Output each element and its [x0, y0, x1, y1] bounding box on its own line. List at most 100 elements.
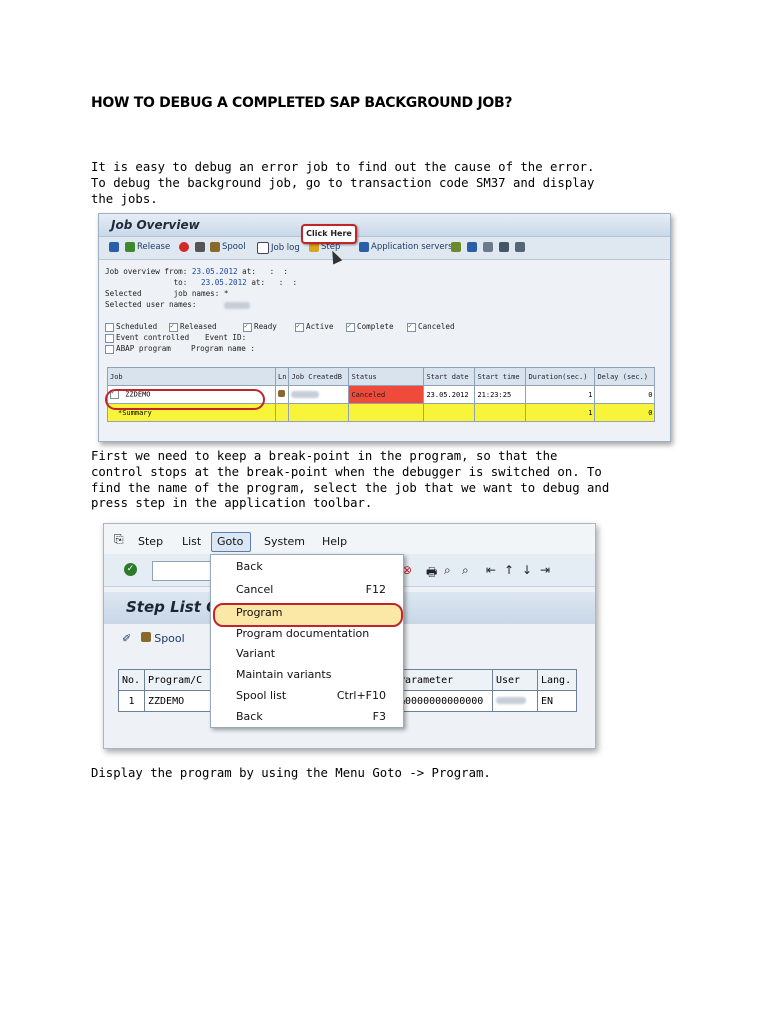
- to-date[interactable]: 23.05.2012: [201, 278, 247, 287]
- document-title: HOW TO DEBUG A COMPLETED SAP BACKGROUND …: [91, 95, 513, 111]
- refresh-icon: [109, 242, 119, 252]
- column-header[interactable]: Job: [107, 367, 276, 386]
- find-next-icon[interactable]: ⌕: [462, 563, 469, 578]
- job-overview-title: Job Overview: [99, 214, 670, 237]
- delay-cell: 0: [594, 385, 656, 404]
- job-overview-screenshot: Job Overview Release Spool Job log Step …: [98, 213, 671, 442]
- sort-button[interactable]: [451, 242, 461, 252]
- from-time[interactable]: : :: [270, 267, 288, 276]
- previous-page-icon[interactable]: ↑: [504, 563, 514, 577]
- release-button[interactable]: Release: [125, 242, 170, 252]
- column-header[interactable]: No.: [118, 669, 145, 691]
- menu-item-program[interactable]: Program: [236, 603, 386, 623]
- command-field[interactable]: [152, 561, 216, 581]
- column-header[interactable]: Ln: [274, 367, 290, 386]
- menu-item-cancel[interactable]: Cancel F12: [236, 580, 386, 600]
- column-header[interactable]: Duration(sec.): [525, 367, 596, 386]
- menu-goto[interactable]: Goto: [217, 535, 243, 548]
- column-header[interactable]: Status: [348, 367, 425, 386]
- start-time-cell: 21:23:25: [474, 385, 527, 404]
- printer-icon: [210, 242, 220, 252]
- created-by-redacted: [291, 391, 320, 398]
- program-name-label: Program name :: [191, 344, 256, 353]
- job-log-button[interactable]: Job log: [257, 242, 300, 254]
- column-header[interactable]: Start date: [423, 367, 476, 386]
- change-icon[interactable]: ✐: [122, 632, 131, 645]
- goto-dropdown-menu: Back Cancel F12 Program Program documenta…: [210, 554, 404, 728]
- abap-program-checkbox[interactable]: ABAP program: [105, 343, 171, 354]
- click-here-callout: Click Here: [301, 224, 357, 244]
- step-list-title: Step List O: [126, 598, 219, 616]
- user-names-label: Selected user names:: [105, 300, 197, 309]
- grid-button[interactable]: [467, 242, 477, 252]
- sum-icon: [499, 242, 509, 252]
- menu-bar: ⎘ Step List Goto System Help: [104, 524, 595, 554]
- spool-icon: [278, 390, 285, 397]
- delete-button[interactable]: [195, 242, 205, 252]
- to-time[interactable]: : :: [279, 278, 297, 287]
- job-selection-info: Job overview from: 23.05.2012 at: : : to…: [105, 266, 297, 310]
- from-at-label: at:: [242, 267, 256, 276]
- menu-list[interactable]: List: [182, 535, 201, 548]
- refresh-button[interactable]: [109, 242, 119, 252]
- trash-icon: [195, 242, 205, 252]
- printer-icon: [140, 632, 151, 642]
- cancel-job-button[interactable]: [179, 242, 189, 252]
- scheduled-checkbox[interactable]: Scheduled: [105, 321, 157, 332]
- spool-cell[interactable]: [274, 385, 290, 404]
- first-page-icon[interactable]: ⇤: [486, 563, 496, 577]
- column-header[interactable]: User: [492, 669, 538, 691]
- total-button[interactable]: [499, 242, 509, 252]
- menu-item-program-documentation[interactable]: Program documentation: [236, 624, 386, 644]
- next-page-icon[interactable]: ↓: [522, 563, 532, 577]
- from-label: Job overview from:: [105, 267, 188, 276]
- parameter-cell: &0000000000000: [395, 690, 493, 712]
- released-checkbox[interactable]: Released: [169, 321, 217, 332]
- menu-item-spool-list[interactable]: Spool list Ctrl+F10: [236, 686, 386, 706]
- to-label: to:: [173, 278, 188, 287]
- menu-help[interactable]: Help: [322, 535, 347, 548]
- menu-item-back[interactable]: Back: [236, 557, 386, 577]
- event-controlled-checkbox[interactable]: Event controlled: [105, 332, 189, 343]
- enter-icon[interactable]: ✓: [124, 563, 137, 576]
- column-header[interactable]: Lang.: [537, 669, 577, 691]
- filter-button[interactable]: [483, 242, 493, 252]
- sort-icon: [451, 242, 461, 252]
- menu-system[interactable]: System: [264, 535, 305, 548]
- job-names-value[interactable]: *: [224, 289, 229, 298]
- event-id-label: Event ID:: [205, 333, 247, 342]
- last-page-icon[interactable]: ⇥: [540, 563, 550, 577]
- job-overview-toolbar: Release Spool Job log Step Application s…: [99, 237, 670, 260]
- find-icon[interactable]: ⌕: [444, 563, 451, 578]
- start-date-cell: 23.05.2012: [423, 385, 476, 404]
- canceled-checkbox[interactable]: Canceled: [407, 321, 455, 332]
- spool-button[interactable]: Spool: [140, 632, 185, 645]
- menu-step[interactable]: Step: [138, 535, 163, 548]
- application-servers-button[interactable]: Application servers: [359, 242, 453, 252]
- menu-item-maintain-variants[interactable]: Maintain variants: [236, 665, 386, 685]
- complete-checkbox[interactable]: Complete: [346, 321, 394, 332]
- spool-button[interactable]: Spool: [210, 242, 246, 252]
- print-icon[interactable]: 🖶: [426, 563, 437, 584]
- column-header[interactable]: Job CreatedB: [288, 367, 350, 386]
- user-redacted: [496, 697, 526, 704]
- column-header[interactable]: Start time: [474, 367, 527, 386]
- from-date[interactable]: 23.05.2012: [192, 267, 238, 276]
- column-header[interactable]: Parameter: [395, 669, 493, 691]
- job-log-label: Job log: [271, 243, 300, 253]
- menu-icon[interactable]: ⎘: [114, 532, 124, 547]
- column-header[interactable]: Delay (sec.): [594, 367, 656, 386]
- created-by-cell: [288, 385, 350, 404]
- user-cell: [492, 690, 538, 712]
- spool-label: Spool: [222, 242, 246, 252]
- active-checkbox[interactable]: Active: [295, 321, 333, 332]
- grid-icon: [467, 242, 477, 252]
- menu-item-back-f3[interactable]: Back F3: [236, 707, 386, 727]
- filter-icon: [483, 242, 493, 252]
- menu-item-variant[interactable]: Variant: [236, 644, 386, 664]
- breakpoint-paragraph: First we need to keep a break-point in t…: [91, 449, 610, 511]
- ready-checkbox[interactable]: Ready: [243, 321, 277, 332]
- intro-paragraph: It is easy to debug an error job to find…: [91, 160, 595, 206]
- subtotal-button[interactable]: [515, 242, 525, 252]
- user-name-redacted: [223, 301, 250, 309]
